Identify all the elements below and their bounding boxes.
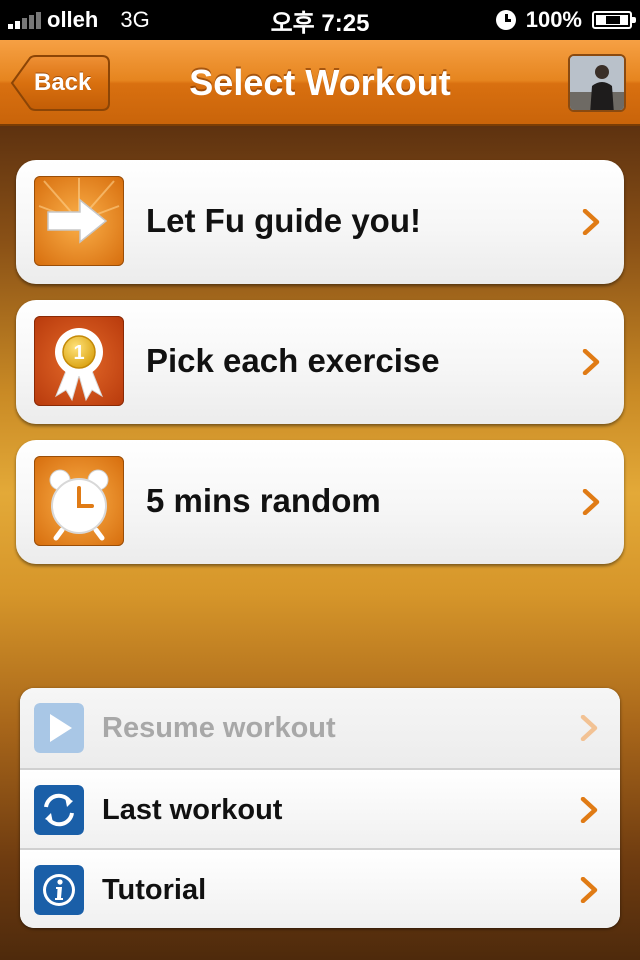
chevron-right-icon xyxy=(580,715,598,741)
arrow-right-icon xyxy=(34,176,124,266)
resume-workout-row[interactable]: Resume workout xyxy=(20,688,620,768)
row-label: Last workout xyxy=(102,794,283,826)
refresh-icon xyxy=(34,785,84,835)
alarm-clock-icon xyxy=(34,456,124,546)
network-label: 3G xyxy=(120,7,150,32)
option-let-fu-guide[interactable]: Let Fu guide you! xyxy=(16,160,624,284)
signal-icon xyxy=(8,11,41,29)
last-workout-row[interactable]: Last workout xyxy=(20,768,620,848)
navigation-bar: Back Select Workout xyxy=(0,40,640,126)
info-icon xyxy=(34,865,84,915)
battery-percent: 100% xyxy=(525,7,582,32)
chevron-right-icon xyxy=(582,349,600,375)
option-label: Let Fu guide you! xyxy=(146,202,421,239)
chevron-right-icon xyxy=(580,797,598,823)
row-label: Tutorial xyxy=(102,874,207,906)
secondary-options-list: Resume workout Last workout Tutorial xyxy=(20,688,620,928)
play-icon xyxy=(34,703,84,753)
battery-charging-icon xyxy=(592,11,636,29)
avatar[interactable] xyxy=(568,54,626,112)
ribbon-award-icon: 1 xyxy=(34,316,124,406)
chevron-right-icon xyxy=(582,489,600,515)
row-label: Resume workout xyxy=(102,712,336,744)
option-label: 5 mins random xyxy=(146,482,381,519)
page-title: Select Workout xyxy=(189,62,451,103)
chevron-right-icon xyxy=(582,209,600,235)
profile-photo-icon xyxy=(570,56,624,110)
tutorial-row[interactable]: Tutorial xyxy=(20,848,620,928)
option-pick-each-exercise[interactable]: 1 Pick each exercise xyxy=(16,300,624,424)
lock-rotation-icon xyxy=(495,10,516,30)
status-bar: olleh 3G 오후 7:25 100% xyxy=(0,0,640,40)
option-5-mins-random[interactable]: 5 mins random xyxy=(16,440,624,564)
chevron-right-icon xyxy=(580,877,598,903)
award-badge-number: 1 xyxy=(73,342,84,364)
option-label: Pick each exercise xyxy=(146,342,440,379)
carrier-label: olleh xyxy=(47,7,99,32)
